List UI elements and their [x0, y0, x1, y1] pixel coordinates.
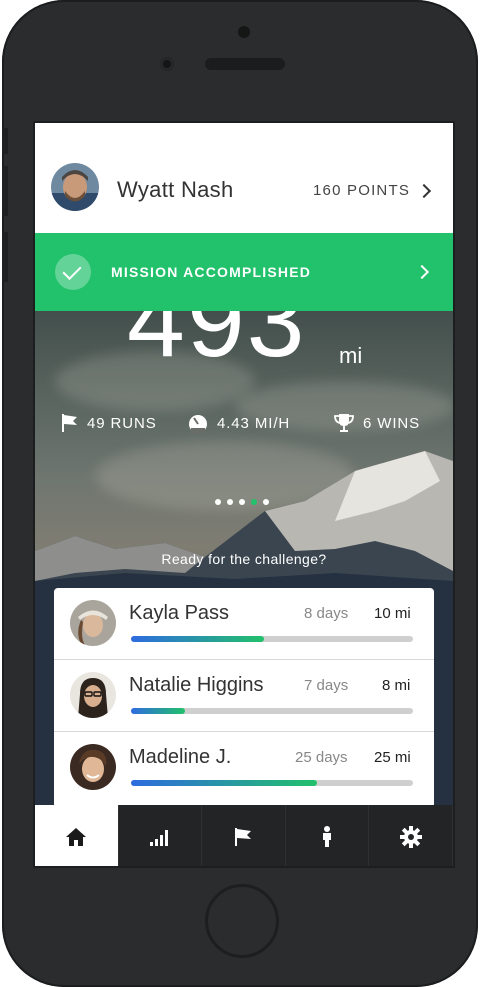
runner-name: Kayla Pass: [129, 602, 230, 624]
progress-bar: [131, 780, 413, 786]
runner-miles: 25 mi: [374, 749, 411, 766]
distance-value: 493: [127, 311, 307, 379]
chevron-right-icon[interactable]: [414, 264, 430, 280]
flag-icon: [235, 827, 252, 846]
avatar: [70, 744, 116, 790]
list-item[interactable]: Natalie Higgins 7 days 8 mi: [54, 660, 434, 732]
front-sensor: [238, 26, 250, 38]
person-icon: [323, 825, 332, 847]
list-item[interactable]: Madeline J. 25 days 25 mi: [54, 732, 434, 804]
page-dot-active[interactable]: [251, 499, 257, 505]
list-item[interactable]: Kayla Pass 8 days 10 mi: [54, 588, 434, 660]
page-dot[interactable]: [215, 499, 221, 505]
progress-bar: [131, 708, 413, 714]
progress-bar: [131, 636, 413, 642]
tab-home[interactable]: [35, 805, 119, 866]
page-dot[interactable]: [227, 499, 233, 505]
runner-name: Madeline J.: [129, 746, 232, 768]
runner-name: Natalie Higgins: [129, 674, 264, 696]
gear-icon: [399, 825, 422, 848]
earpiece-speaker: [205, 58, 285, 70]
stat-speed: 4.43 MI/H: [187, 413, 290, 433]
tab-profile[interactable]: [286, 805, 370, 866]
speedometer-icon: [189, 415, 207, 433]
flag-icon: [62, 414, 77, 432]
runner-days: 7 days: [304, 677, 349, 694]
tab-stats[interactable]: [119, 805, 203, 866]
avatar[interactable]: [51, 163, 99, 211]
progress-fill: [131, 780, 318, 786]
phone-frame: Wyatt Nash 160 POINTS MISSION ACCOMPLISH…: [2, 0, 478, 987]
runner-days: 8 days: [304, 605, 349, 622]
front-camera: [160, 57, 174, 71]
home-icon: [66, 827, 87, 846]
challenge-prompt: Ready for the challenge?: [161, 551, 327, 567]
leaderboard-card: Kayla Pass 8 days 10 mi Natalie Higgins …: [54, 588, 434, 808]
stat-wins-label: 6 WINS: [363, 414, 421, 432]
page-indicator[interactable]: [215, 499, 269, 505]
page-dot[interactable]: [239, 499, 245, 505]
trophy-icon: [334, 414, 354, 432]
progress-fill: [131, 708, 185, 714]
progress-fill: [131, 636, 264, 642]
avatar: [70, 672, 116, 718]
app-screen: Wyatt Nash 160 POINTS MISSION ACCOMPLISH…: [33, 121, 455, 868]
check-circle-icon: [55, 254, 91, 290]
profile-name: Wyatt Nash: [117, 177, 234, 202]
points-label[interactable]: 160 POINTS: [313, 182, 410, 199]
stat-wins: 6 WINS: [333, 413, 420, 433]
runner-miles: 8 mi: [382, 677, 411, 694]
profile-header[interactable]: Wyatt Nash 160 POINTS: [35, 123, 453, 233]
page-dot[interactable]: [263, 499, 269, 505]
tab-settings[interactable]: [369, 805, 453, 866]
distance-unit: mi: [339, 343, 363, 368]
stat-runs-label: 49 RUNS: [87, 414, 157, 432]
banner-text: MISSION ACCOMPLISHED: [111, 264, 312, 280]
avatar: [70, 600, 116, 646]
mission-banner[interactable]: MISSION ACCOMPLISHED: [35, 233, 453, 311]
volume-up-button: [2, 166, 8, 216]
signal-bars-icon: [149, 829, 168, 846]
volume-down-button: [2, 232, 8, 282]
mute-switch: [2, 128, 8, 154]
home-button[interactable]: [205, 884, 279, 958]
tab-challenges[interactable]: [202, 805, 286, 866]
runner-miles: 10 mi: [374, 605, 411, 622]
runner-days: 25 days: [295, 749, 348, 766]
stat-runs: 49 RUNS: [61, 413, 157, 433]
stat-speed-label: 4.43 MI/H: [217, 414, 291, 432]
tab-bar: [35, 805, 453, 866]
chevron-right-icon[interactable]: [416, 183, 432, 199]
